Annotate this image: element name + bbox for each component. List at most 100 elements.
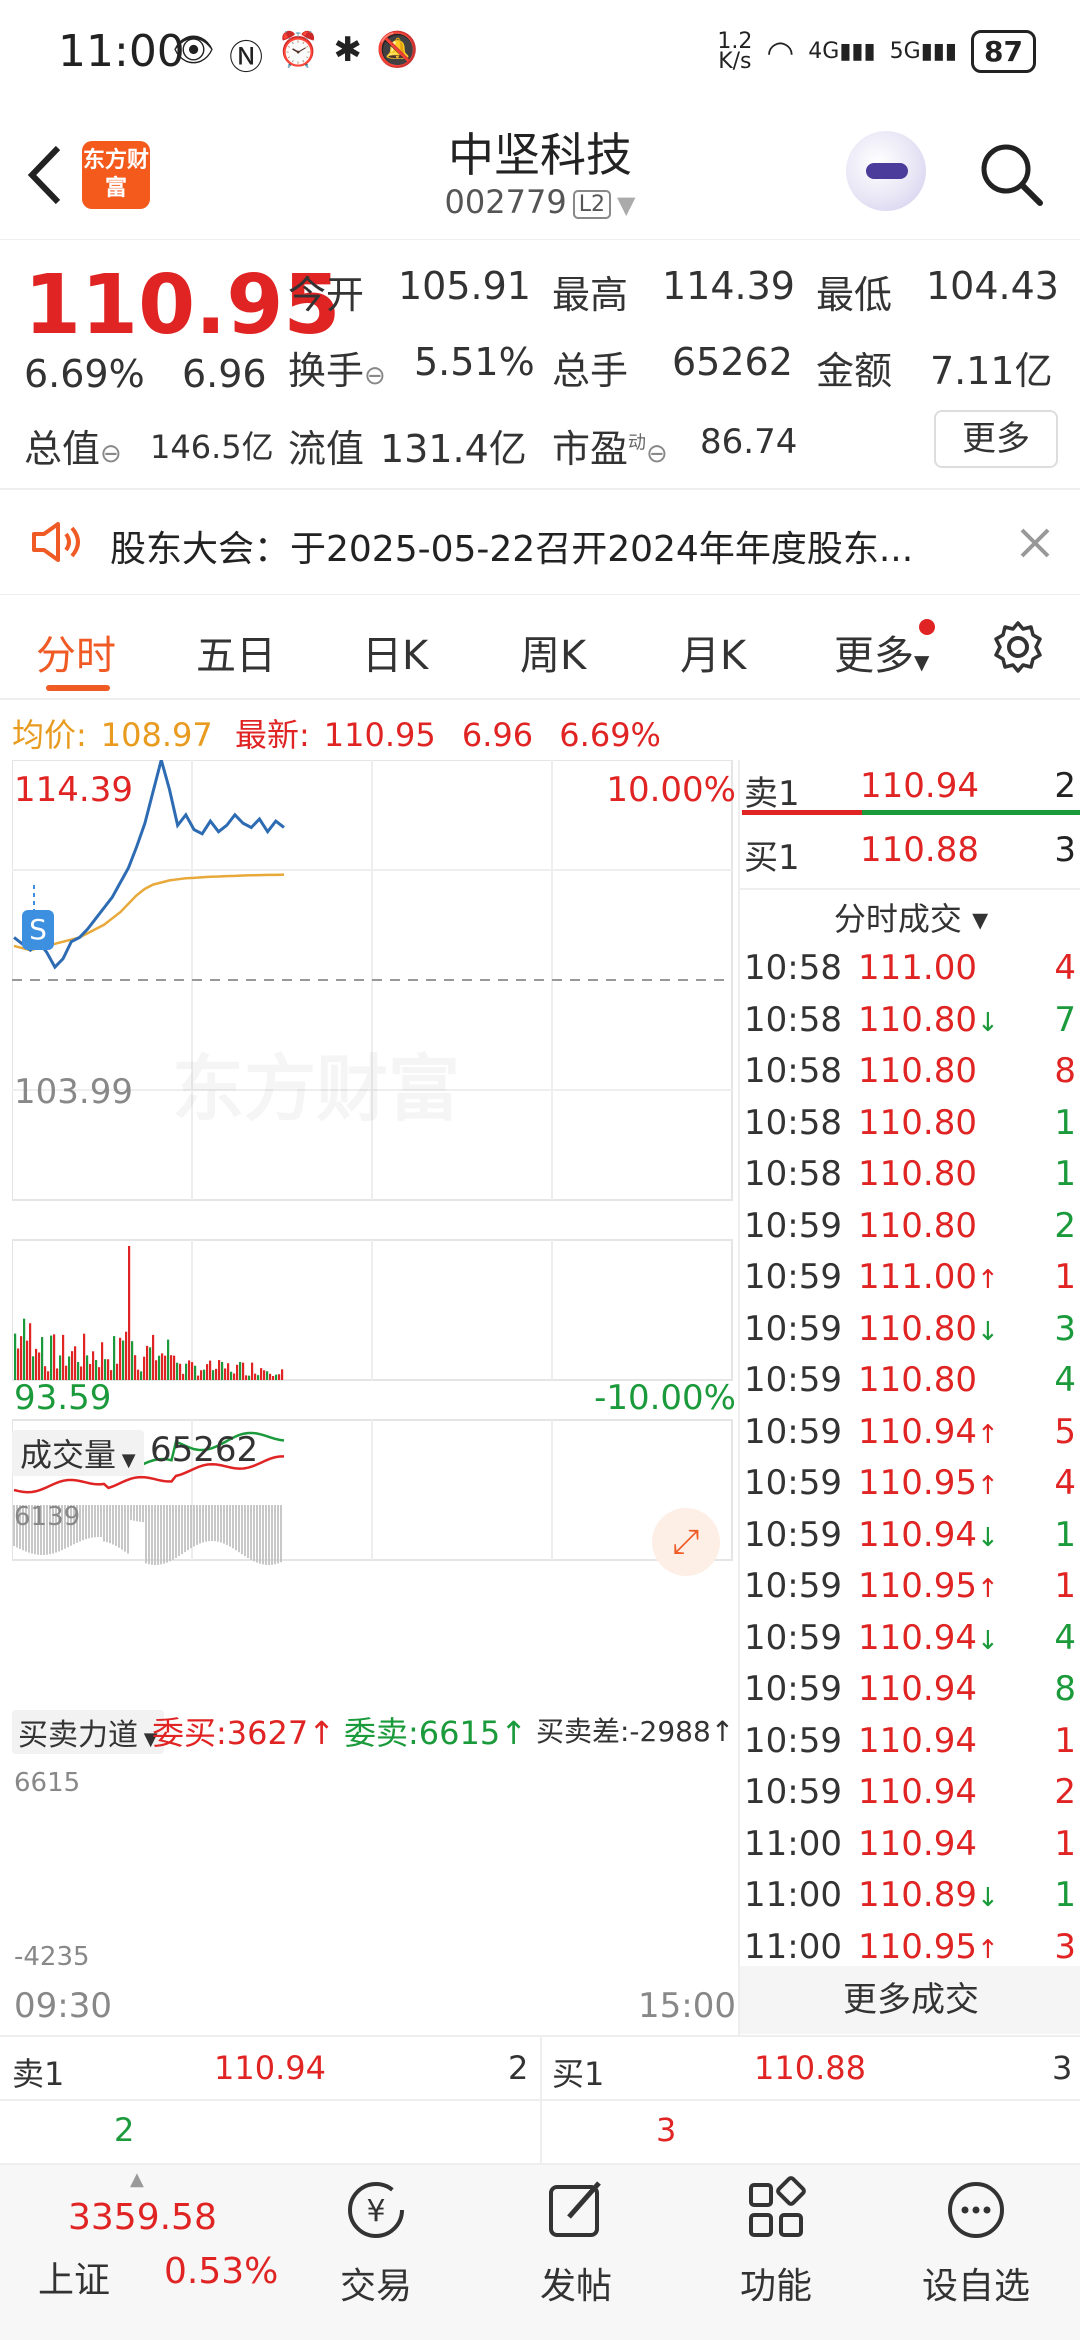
tick-price: 110.89↓ xyxy=(858,1875,999,1915)
high-label: 最高 xyxy=(552,273,629,317)
info-icon[interactable]: ⊖ xyxy=(364,361,386,391)
tick-time: 10:59 xyxy=(744,1566,842,1606)
notice-text: 股东大会：于2025-05-22召开2024年年度股东... xyxy=(110,529,914,570)
tab-five-day[interactable]: 五日 xyxy=(196,623,276,681)
signal-marker[interactable]: S xyxy=(22,910,54,950)
signal-5g-icon: 5G▮▮▮ xyxy=(889,39,958,64)
trade-icon: ¥ xyxy=(348,2182,404,2238)
info-icon[interactable]: ⊖ xyxy=(646,439,668,469)
volume-bar xyxy=(50,1335,53,1380)
speaker-icon xyxy=(32,522,80,562)
volume-bar xyxy=(236,1364,239,1380)
tick-volume: 1 xyxy=(1054,1566,1076,1606)
open-label: 今开 xyxy=(288,273,365,317)
tab-more[interactable]: 更多▼ xyxy=(834,619,936,681)
info-icon[interactable]: ⊖ xyxy=(100,439,122,469)
volume-bar xyxy=(215,1368,218,1380)
bottom-bid-label: 买1 xyxy=(552,2055,605,2093)
more-button[interactable]: 更多 xyxy=(934,410,1058,468)
eye-icon: 👁 xyxy=(172,30,216,70)
tab-daily-k[interactable]: 日K xyxy=(362,623,428,681)
tick-price: 111.00 xyxy=(858,948,977,988)
volume-bar xyxy=(173,1355,176,1380)
more-ticks-button[interactable]: 更多成交 xyxy=(740,1966,1080,2034)
nav-functions[interactable]: 功能 xyxy=(696,2175,856,2309)
tick-row: 10:59 110.95↑ 4 xyxy=(740,1463,1080,1515)
volume-bar xyxy=(104,1359,107,1380)
ai-robot-avatar[interactable] xyxy=(846,131,926,211)
tab-monthly-k[interactable]: 月K xyxy=(680,623,746,681)
notice-banner[interactable]: 股东大会：于2025-05-22召开2024年年度股东... xyxy=(0,490,1080,595)
volume-bar xyxy=(32,1356,35,1380)
battery-icon: 87 xyxy=(971,30,1036,73)
volume-bar xyxy=(23,1318,26,1380)
volume-bar xyxy=(71,1351,74,1380)
edit-icon xyxy=(549,2181,601,2237)
signal-4g-icon: 4G▮▮▮ xyxy=(808,39,876,64)
volume-selector[interactable]: 成交量 ▼ xyxy=(12,1430,144,1476)
volume-bar xyxy=(182,1373,185,1380)
turnover-value: 5.51% xyxy=(414,340,535,384)
tick-time: 10:58 xyxy=(744,1102,842,1143)
tick-volume: 4 xyxy=(1054,1360,1076,1400)
volume-bar xyxy=(95,1360,98,1380)
nav-add-watchlist[interactable]: 设自选 xyxy=(896,2175,1056,2309)
volume-bar xyxy=(161,1353,164,1380)
volume-bar xyxy=(53,1334,56,1380)
tick-price: 110.95↑ xyxy=(858,1463,999,1503)
tick-row: 10:59 110.94↓ 4 xyxy=(740,1618,1080,1670)
open-value: 105.91 xyxy=(398,264,531,308)
nav-trade[interactable]: ¥ 交易 xyxy=(296,2175,456,2309)
volume-bar xyxy=(191,1362,194,1380)
tick-time: 10:59 xyxy=(744,1720,842,1761)
net-speed: 1.2 K/s xyxy=(717,28,753,74)
nav-post[interactable]: 发帖 xyxy=(496,2175,656,2309)
high-value: 114.39 xyxy=(662,264,795,308)
volume-bar xyxy=(203,1369,206,1380)
intraday-chart[interactable]: 114.39 10.00% 103.99 东方财富 93.59 -10.00% … xyxy=(12,760,736,2035)
y-low-label: 93.59 xyxy=(14,1378,112,1418)
volume-bar xyxy=(86,1355,89,1380)
volume-value: 65262 xyxy=(672,340,793,384)
force-selector[interactable]: 买卖力道 ▼ xyxy=(12,1710,164,1754)
bluetooth-icon: ✱ xyxy=(333,30,363,70)
tick-volume: 2 xyxy=(1054,1772,1076,1812)
tab-intraday[interactable]: 分时 xyxy=(36,623,116,681)
expand-icon[interactable]: ⤢ xyxy=(652,1508,720,1576)
close-icon[interactable] xyxy=(1018,526,1052,560)
tick-price: 110.80 xyxy=(858,1205,977,1246)
bottom-order-book: 卖1 110.94 2 买1 110.88 3 2 3 xyxy=(0,2035,1080,2165)
volume-bar xyxy=(194,1365,197,1380)
tick-row: 10:59 110.94↑ 5 xyxy=(740,1412,1080,1464)
tick-price: 110.80↓ xyxy=(858,1308,999,1349)
tick-volume: 8 xyxy=(1054,1669,1076,1709)
tick-time: 10:58 xyxy=(744,1051,842,1091)
order-book: 卖1 110.94 2 买1 110.88 3 分时成交 ▾ 10:58 111.00 4 1… xyxy=(738,760,1080,2035)
status-right: 1.2 K/s ◠ 4G▮▮▮ 5G▮▮▮ 87 xyxy=(717,30,1036,73)
tick-price: 110.94 xyxy=(858,1669,977,1709)
tick-row: 10:59 110.80 2 xyxy=(740,1206,1080,1258)
volume-bar xyxy=(251,1362,254,1380)
volume-bar xyxy=(275,1374,278,1380)
tick-price: 110.80 xyxy=(858,1051,977,1091)
volume-bar xyxy=(272,1375,275,1380)
pct-low-label: -10.00% xyxy=(594,1378,736,1418)
volume-bar xyxy=(41,1337,44,1380)
tick-price: 111.00↑ xyxy=(858,1257,999,1297)
change-value: 6.96 xyxy=(182,352,267,396)
volume-bar xyxy=(17,1348,20,1380)
tick-time: 10:59 xyxy=(744,1411,842,1452)
volume-bar xyxy=(113,1336,116,1380)
tick-price: 110.94 xyxy=(858,1772,977,1812)
tick-row: 10:59 110.80 4 xyxy=(740,1360,1080,1412)
tick-price: 110.94↓ xyxy=(858,1514,999,1555)
bottom-ask-label: 卖1 xyxy=(12,2055,65,2093)
tab-weekly-k[interactable]: 周K xyxy=(520,623,586,681)
y-high-label: 114.39 xyxy=(14,770,133,810)
search-icon[interactable] xyxy=(976,139,1046,209)
volume-bar xyxy=(260,1368,263,1380)
ask-force: 委卖:6615↑ xyxy=(344,1714,528,1752)
ticks-title[interactable]: 分时成交 ▾ xyxy=(740,894,1080,940)
prev-close-label: 103.99 xyxy=(14,1072,133,1112)
gear-icon[interactable] xyxy=(990,619,1046,675)
